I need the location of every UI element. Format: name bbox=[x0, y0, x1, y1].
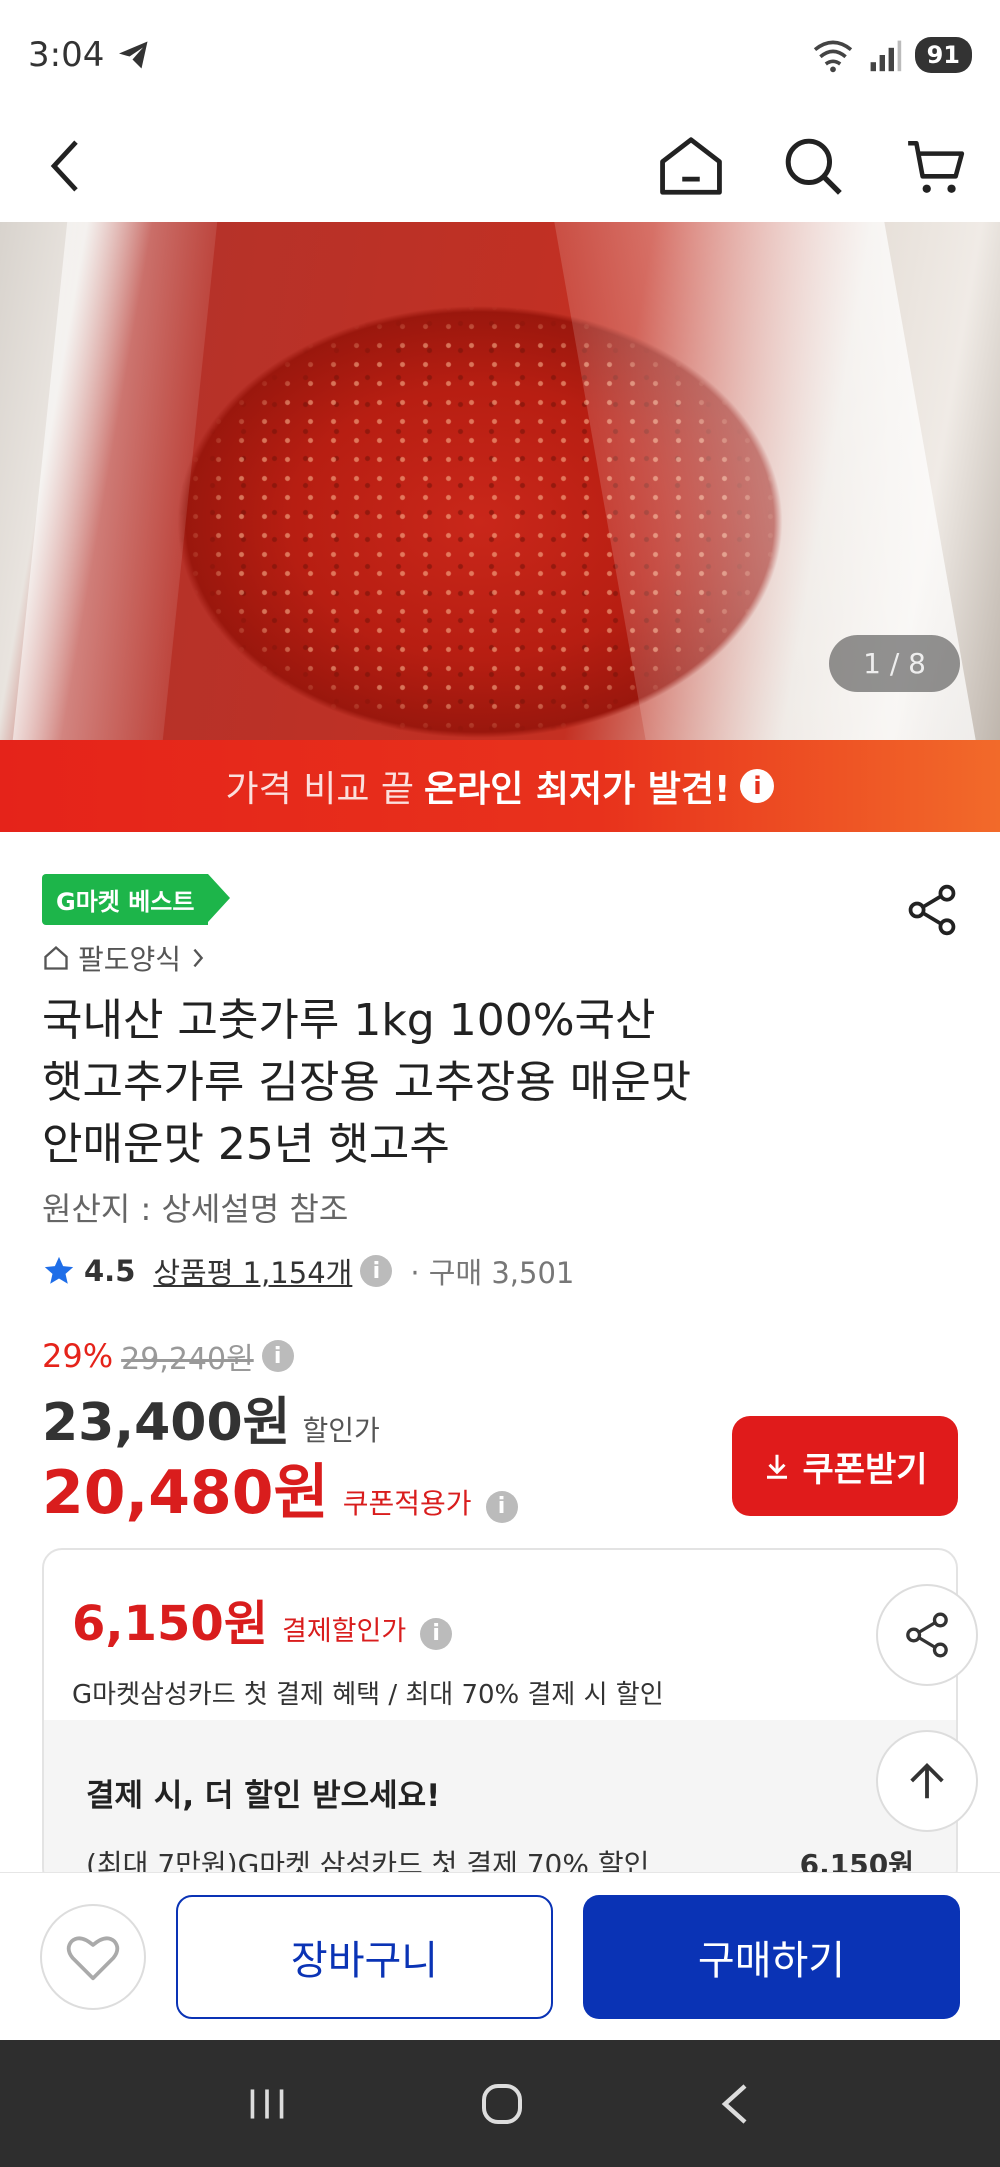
system-back-icon[interactable] bbox=[715, 2080, 755, 2128]
product-info: G마켓 베스트 팔도양식 국내산 고춧가루 1kg 100%국산 햇고추가루 김… bbox=[0, 832, 1000, 1888]
status-time: 3:04 bbox=[28, 35, 105, 75]
payment-section-title: 결제 시, 더 할인 받으세요! bbox=[86, 1778, 441, 1814]
status-indicators: 91 bbox=[811, 37, 972, 73]
title-line: 안매운맛 25년 햇고추 bbox=[42, 1119, 450, 1170]
purchase-action-bar: 장바구니 구매하기 bbox=[0, 1872, 1000, 2040]
purchase-count: · 구매 3,501 bbox=[410, 1256, 575, 1290]
title-line: 국내산 고춧가루 1kg 100%국산 bbox=[42, 995, 656, 1046]
origin-info: 원산지 : 상세설명 참조 bbox=[42, 1190, 349, 1228]
search-icon bbox=[785, 138, 842, 195]
system-navigation-bar bbox=[0, 2040, 1000, 2167]
scroll-to-top-button[interactable] bbox=[876, 1730, 978, 1832]
store-link[interactable]: 팔도양식 bbox=[42, 938, 207, 978]
payment-info-icon[interactable]: i bbox=[420, 1617, 453, 1650]
info-icon[interactable]: i bbox=[740, 769, 775, 803]
original-price: 29,240원 bbox=[121, 1342, 254, 1377]
sale-label: 할인가 bbox=[302, 1414, 380, 1447]
share-button[interactable] bbox=[904, 882, 960, 938]
floating-share-button[interactable] bbox=[876, 1584, 978, 1686]
product-title: 국내산 고춧가루 1kg 100%국산 햇고추가루 김장용 고추장용 매운맛 안… bbox=[42, 990, 802, 1176]
store-name: 팔도양식 bbox=[78, 943, 182, 976]
telegram-icon bbox=[119, 41, 148, 69]
heart-icon bbox=[66, 1935, 120, 1980]
battery-indicator: 91 bbox=[914, 37, 972, 73]
payment-price: 6,150원 bbox=[72, 1596, 268, 1652]
rating-row: 4.5 상품평 1,154개 i · 구매 3,501 bbox=[42, 1250, 574, 1292]
get-coupon-button[interactable]: 쿠폰받기 bbox=[732, 1416, 958, 1516]
get-coupon-label: 쿠폰받기 bbox=[802, 1449, 928, 1490]
system-home-icon[interactable] bbox=[478, 2080, 526, 2128]
image-counter: 1 / 8 bbox=[829, 635, 960, 692]
product-image[interactable]: 1 / 8 bbox=[0, 222, 1000, 740]
payment-details: 결제 시, 더 할인 받으세요! (최대 7만원)G마켓 삼성카드 첫 결제 7… bbox=[44, 1720, 956, 1886]
payment-description: G마켓삼성카드 첫 결제 혜택 / 최대 70% 결제 시 할인 bbox=[72, 1680, 664, 1710]
search-button[interactable] bbox=[778, 131, 848, 201]
share-icon bbox=[906, 1612, 948, 1658]
signal-icon bbox=[870, 40, 901, 72]
chevron-right-icon bbox=[193, 948, 204, 968]
top-navigation bbox=[0, 110, 1000, 222]
banner-prefix: 가격 비교 끝 bbox=[225, 769, 415, 810]
title-line: 햇고추가루 김장용 고추장용 매운맛 bbox=[42, 1057, 692, 1108]
payment-label: 결제할인가 bbox=[282, 1616, 407, 1647]
star-icon bbox=[44, 1256, 74, 1284]
payment-price-row: 6,150원 결제할인가 i bbox=[72, 1584, 928, 1654]
coupon-price: 20,480원 bbox=[42, 1458, 329, 1528]
coupon-info-icon[interactable]: i bbox=[485, 1490, 518, 1523]
home-icon bbox=[660, 137, 722, 195]
banner-emphasis: 온라인 최저가 발견! bbox=[424, 769, 731, 810]
chevron-left-icon bbox=[50, 140, 78, 192]
review-link[interactable]: 상품평 1,154개 bbox=[153, 1250, 352, 1292]
cart-icon bbox=[908, 140, 965, 193]
buy-now-button[interactable]: 구매하기 bbox=[583, 1894, 960, 2019]
arrow-up-icon bbox=[910, 1762, 944, 1799]
coupon-price-row: 20,480원 쿠폰적용가 i bbox=[42, 1444, 518, 1531]
discount-row: 29% 29,240원 i bbox=[42, 1334, 294, 1378]
download-arrow-icon bbox=[767, 1454, 788, 1479]
recent-apps-icon[interactable] bbox=[245, 2084, 289, 2124]
share-icon bbox=[908, 884, 956, 936]
wifi-icon bbox=[813, 40, 852, 73]
review-info-icon[interactable]: i bbox=[360, 1255, 393, 1287]
cart-button[interactable] bbox=[900, 131, 970, 201]
price-info-icon[interactable]: i bbox=[261, 1340, 294, 1372]
payment-summary: 6,150원 결제할인가 i G마켓삼성카드 첫 결제 혜택 / 최대 70% … bbox=[44, 1550, 956, 1720]
back-button[interactable] bbox=[30, 131, 100, 201]
add-to-cart-button[interactable]: 장바구니 bbox=[176, 1894, 554, 2019]
discount-rate: 29% bbox=[42, 1337, 114, 1375]
best-badge: G마켓 베스트 bbox=[42, 874, 232, 925]
store-home-icon bbox=[44, 945, 68, 970]
status-bar: 3:04 91 bbox=[0, 0, 1000, 110]
rating-value: 4.5 bbox=[84, 1254, 136, 1288]
payment-discount-box: 6,150원 결제할인가 i G마켓삼성카드 첫 결제 혜택 / 최대 70% … bbox=[42, 1548, 958, 1888]
wishlist-button[interactable] bbox=[40, 1903, 146, 2010]
coupon-label: 쿠폰적용가 bbox=[342, 1487, 472, 1520]
lowest-price-banner[interactable]: 가격 비교 끝 온라인 최저가 발견! i bbox=[0, 740, 1000, 832]
home-button[interactable] bbox=[656, 131, 726, 201]
